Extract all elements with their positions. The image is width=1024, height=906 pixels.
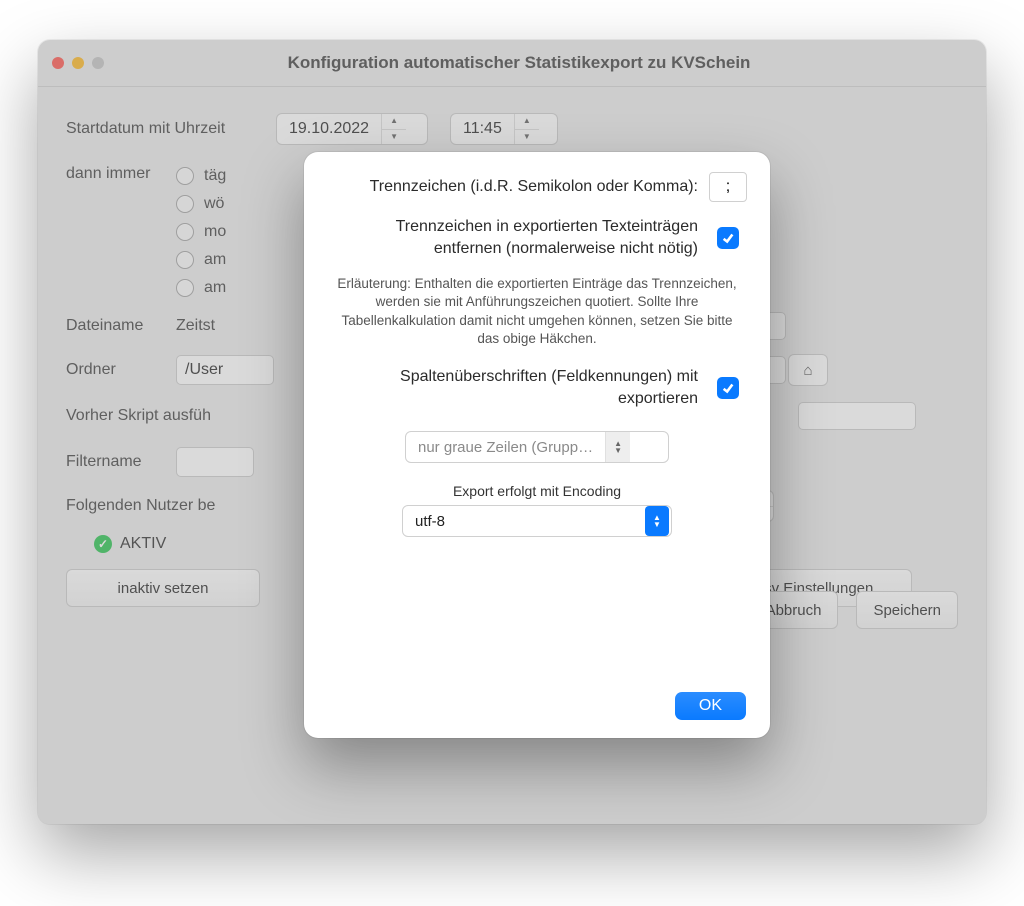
window-title: Konfiguration automatischer Statistikexp… bbox=[118, 53, 972, 73]
folder-label: Ordner bbox=[66, 361, 176, 379]
recur-option-1: wö bbox=[204, 195, 224, 213]
start-date-value: 19.10.2022 bbox=[277, 114, 381, 144]
strip-separator-label: Trennzeichen in exportierten Texteinträg… bbox=[328, 216, 698, 259]
separator-label: Trennzeichen (i.d.R. Semikolon oder Komm… bbox=[328, 176, 698, 198]
filtername-label: Filtername bbox=[66, 453, 176, 471]
filename-label: Dateiname bbox=[66, 317, 176, 335]
row-filter-dropdown[interactable]: nur graue Zeilen (Grupp… ▲▼ bbox=[405, 431, 669, 463]
finder-icon: ⌂ bbox=[803, 362, 812, 379]
start-date-field[interactable]: 19.10.2022 ▲▼ bbox=[276, 113, 428, 145]
folder-value: /User bbox=[185, 361, 223, 379]
save-button[interactable]: Speichern bbox=[856, 591, 958, 629]
minimize-icon[interactable] bbox=[72, 57, 84, 69]
notify-label: Folgenden Nutzer be bbox=[66, 497, 215, 515]
chevron-down-icon[interactable]: ▼ bbox=[515, 130, 539, 145]
filename-prefix: Zeitst bbox=[176, 317, 215, 335]
check-icon: ✓ bbox=[94, 535, 112, 553]
radio-am1[interactable] bbox=[176, 251, 194, 269]
radio-monthly[interactable] bbox=[176, 223, 194, 241]
start-date-label: Startdatum mit Uhrzeit bbox=[66, 120, 276, 138]
chevron-up-icon[interactable]: ▲ bbox=[515, 114, 539, 130]
encoding-dropdown[interactable]: utf-8 ▲▼ bbox=[402, 505, 672, 537]
ok-button[interactable]: OK bbox=[675, 692, 746, 720]
recur-option-0: täg bbox=[204, 167, 226, 185]
deactivate-button[interactable]: inaktiv setzen bbox=[66, 569, 260, 607]
strip-separator-explanation: Erläuterung: Enthalten die exportierten … bbox=[332, 275, 742, 348]
radio-daily[interactable] bbox=[176, 167, 194, 185]
start-time-field[interactable]: 11:45 ▲▼ bbox=[450, 113, 558, 145]
row-filter-value: nur graue Zeilen (Grupp… bbox=[406, 439, 605, 456]
filtername-field[interactable] bbox=[176, 447, 254, 477]
chevron-down-icon[interactable]: ▼ bbox=[382, 130, 406, 145]
titlebar: Konfiguration automatischer Statistikexp… bbox=[38, 40, 986, 87]
close-icon[interactable] bbox=[52, 57, 64, 69]
export-headers-label: Spaltenüberschriften (Feldkennungen) mit… bbox=[328, 366, 698, 409]
prescript-delay-field[interactable] bbox=[798, 402, 916, 430]
active-status: AKTIV bbox=[120, 535, 166, 553]
chevron-updown-icon: ▲▼ bbox=[645, 506, 669, 536]
recur-option-3: am bbox=[204, 251, 226, 269]
radio-weekly[interactable] bbox=[176, 195, 194, 213]
encoding-value: utf-8 bbox=[403, 513, 643, 530]
traffic-lights bbox=[52, 57, 104, 69]
finder-browse-button[interactable]: ⌂ bbox=[788, 354, 828, 386]
folder-field[interactable]: /User bbox=[176, 355, 274, 385]
recur-option-4: am bbox=[204, 279, 226, 297]
recur-label: dann immer bbox=[66, 165, 176, 183]
encoding-heading: Export erfolgt mit Encoding bbox=[328, 483, 746, 499]
chevron-up-icon[interactable]: ▲ bbox=[382, 114, 406, 130]
maximize-icon[interactable] bbox=[92, 57, 104, 69]
chevron-updown-icon: ▲▼ bbox=[605, 432, 630, 462]
prescript-label: Vorher Skript ausfüh bbox=[66, 407, 211, 425]
export-headers-checkbox[interactable] bbox=[717, 377, 739, 399]
recur-option-2: mo bbox=[204, 223, 226, 241]
start-time-value: 11:45 bbox=[451, 114, 514, 144]
csv-settings-modal: Trennzeichen (i.d.R. Semikolon oder Komm… bbox=[304, 152, 770, 738]
strip-separator-checkbox[interactable] bbox=[717, 227, 739, 249]
separator-input[interactable] bbox=[709, 172, 747, 202]
radio-am2[interactable] bbox=[176, 279, 194, 297]
